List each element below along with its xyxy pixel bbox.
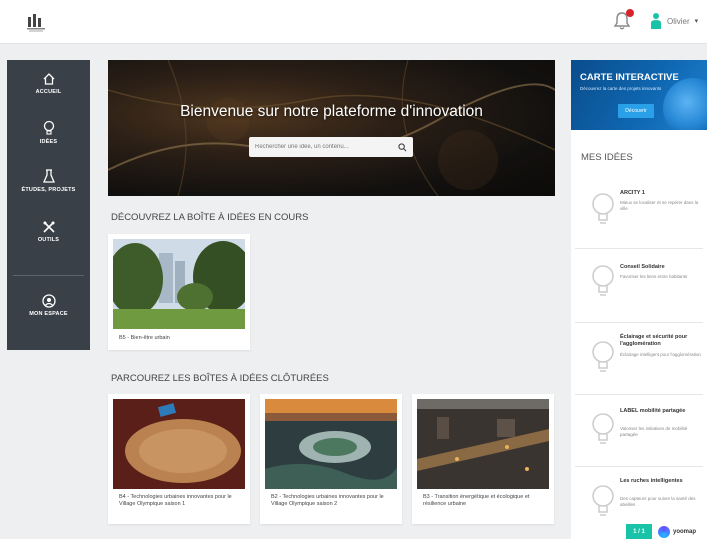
chevron-down-icon: ▾	[694, 18, 699, 25]
idea-title: ARCITY 1	[620, 190, 645, 196]
wooden-model-image	[113, 399, 245, 489]
search-icon[interactable]	[398, 142, 407, 152]
idea-description: Des capteurs pour suivre la santé des ab…	[620, 496, 696, 508]
divider	[575, 394, 703, 395]
idea-box-card[interactable]: B4 - Technologies urbaines innovantes po…	[108, 394, 250, 524]
idea-title: Les ruches intelligentes	[620, 478, 683, 484]
card-title: B2 - Technologies urbaines innovantes po…	[271, 494, 384, 508]
idea-description: Éclairage intelligent pour l'agglomérati…	[620, 352, 701, 357]
user-circle-icon	[41, 294, 56, 308]
sidebar-item-accueil[interactable]: ACCUEIL	[7, 72, 90, 95]
brand-logo-icon	[658, 525, 670, 538]
brand-link[interactable]: yoomap	[658, 524, 696, 539]
sidebar-item-etudes-projets[interactable]: ÉTUDES, PROJETS	[7, 168, 90, 193]
sidebar-item-label: MON ESPACE	[29, 311, 68, 317]
promo-title: CARTE INTERACTIVE	[580, 72, 679, 83]
right-panel: CARTE INTERACTIVE Découvrez la carte des…	[571, 60, 707, 539]
sidebar-item-mon-espace[interactable]: MON ESPACE	[7, 294, 90, 317]
lightbulb-icon	[592, 265, 614, 296]
lightbulb-icon	[592, 193, 614, 224]
idea-item[interactable]: LABEL mobilité partagée Valoriser les in…	[571, 396, 707, 464]
sidebar-item-label: ACCUEIL	[35, 89, 62, 95]
stadium-aerial-image	[265, 399, 397, 489]
globe-icon	[663, 78, 707, 130]
brand-name: yoomap	[673, 528, 697, 535]
lightbulb-icon	[592, 485, 614, 516]
home-icon	[43, 73, 54, 85]
idea-box-card[interactable]: B5 - Bien-être urbain	[108, 234, 250, 350]
closed-ideas-title: PARCOUREZ LES BOÎTES À IDÉES CLÔTURÉES	[111, 373, 329, 384]
flask-icon	[42, 169, 55, 183]
search-box	[249, 137, 413, 157]
card-title: B3 - Transition énergétique et écologiqu…	[423, 494, 530, 508]
divider	[575, 466, 703, 467]
idea-description: Favoriser les liens entre habitants	[620, 274, 688, 279]
lightbulb-icon	[592, 341, 614, 372]
notification-badge	[626, 9, 634, 17]
lightbulb-icon	[592, 413, 614, 444]
user-menu[interactable]: Olivier ▾	[650, 12, 698, 30]
idea-box-card[interactable]: B2 - Technologies urbaines innovantes po…	[260, 394, 402, 524]
sidebar-item-label: OUTILS	[37, 237, 60, 243]
divider	[575, 248, 703, 249]
idea-item[interactable]: Conseil Solidaire Favoriser les liens en…	[571, 250, 707, 318]
idea-title: LABEL mobilité partagée	[620, 408, 686, 414]
pagination-badge[interactable]: 1 / 1	[626, 524, 652, 539]
sidebar-divider	[13, 275, 84, 276]
idea-title: Conseil Solidaire	[620, 264, 665, 270]
city-logo-icon[interactable]	[25, 11, 47, 33]
hero-banner: Bienvenue sur notre plateforme d'innovat…	[108, 60, 555, 196]
sidebar-item-idees[interactable]: IDÉES	[7, 120, 90, 145]
hero-overlay	[108, 60, 555, 196]
user-name: Olivier	[667, 16, 690, 26]
card-title: B5 - Bien-être urbain	[119, 335, 170, 341]
card-title: B4 - Technologies urbaines innovantes po…	[119, 494, 232, 508]
sidebar-item-label: ÉTUDES, PROJETS	[21, 187, 76, 193]
city-night-image	[417, 399, 549, 489]
divider	[575, 322, 703, 323]
idea-item[interactable]: ARCITY 1 Mieux se localiser et se repére…	[571, 178, 707, 246]
interactive-map-promo[interactable]: CARTE INTERACTIVE Découvrez la carte des…	[571, 60, 707, 130]
search-input[interactable]	[255, 144, 398, 150]
idea-description: Mieux se localiser et se repérer dans la…	[620, 200, 699, 212]
sidebar-item-outils[interactable]: OUTILS	[7, 220, 90, 243]
my-ideas-title: MES IDÉES	[581, 152, 633, 163]
idea-description: Valoriser les initiatives de mobilité pa…	[620, 426, 688, 438]
park-image	[113, 239, 245, 329]
user-icon	[651, 13, 661, 29]
idea-title: Éclairage et sécurité pour l'agglomérati…	[620, 334, 688, 348]
promo-subtitle: Découvrez la carte des projets innovants	[580, 86, 662, 91]
hero-title: Bienvenue sur notre plateforme d'innovat…	[180, 103, 483, 120]
top-bar: Olivier ▾	[0, 0, 707, 44]
discover-button[interactable]: Découvrir	[618, 104, 654, 118]
idea-box-card[interactable]: B3 - Transition énergétique et écologiqu…	[412, 394, 554, 524]
sidebar-item-label: IDÉES	[39, 139, 58, 145]
lightbulb-icon	[43, 120, 54, 135]
sidebar: ACCUEIL IDÉES ÉTUDES, PROJETS OUTILS MON…	[7, 60, 90, 350]
tools-icon	[42, 221, 55, 233]
current-ideas-title: DÉCOUVREZ LA BOÎTE À IDÉES EN COURS	[111, 212, 309, 223]
idea-item[interactable]: Éclairage et sécurité pour l'agglomérati…	[571, 324, 707, 392]
